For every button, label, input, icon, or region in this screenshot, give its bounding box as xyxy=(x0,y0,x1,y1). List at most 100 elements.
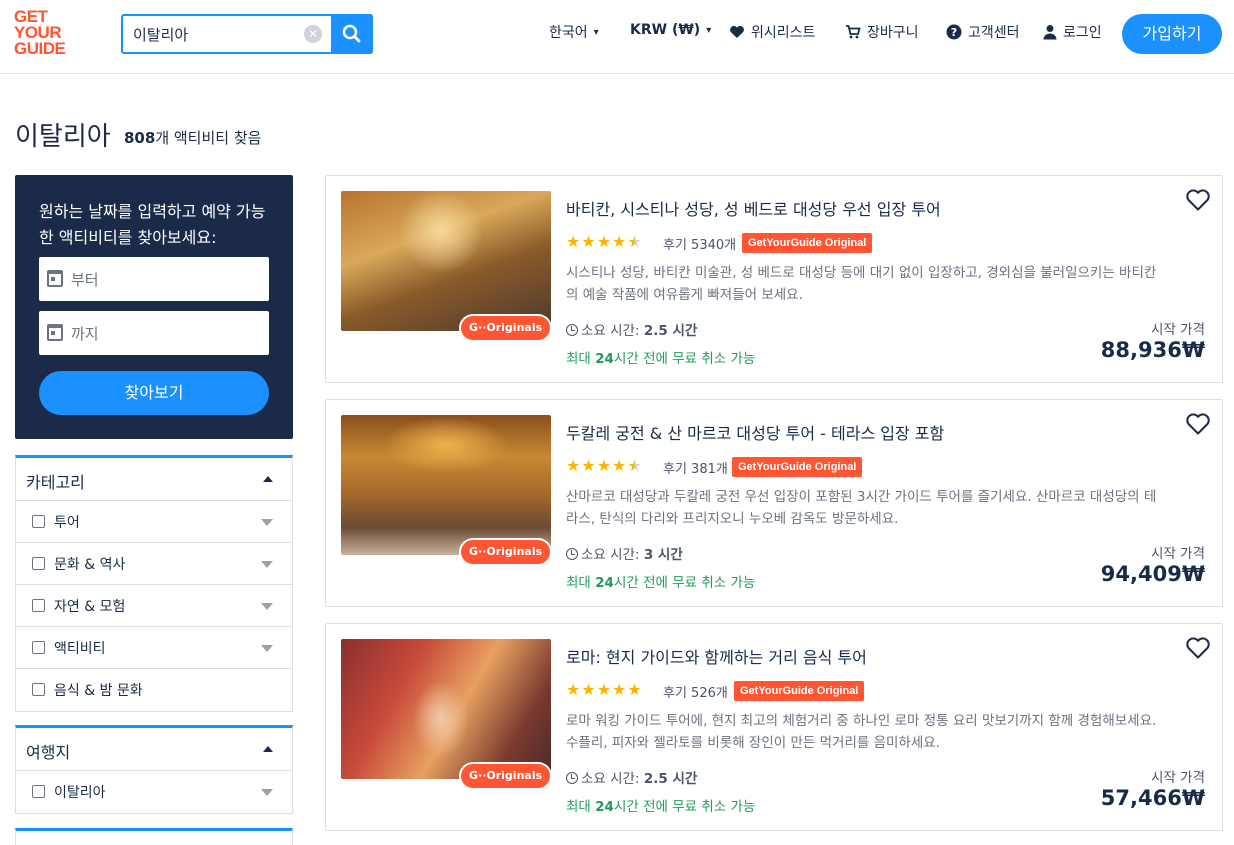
checkbox[interactable] xyxy=(32,683,45,696)
chevron-down-icon: ▾ xyxy=(593,26,599,38)
currency-label: KRW (₩) xyxy=(630,22,701,38)
chevron-down-icon[interactable] xyxy=(261,519,273,526)
activity-title[interactable]: 로마: 현지 가이드와 함께하는 거리 음식 투어 xyxy=(566,644,867,668)
category-item-label: 투어 xyxy=(54,515,80,531)
category-item-label: 음식 & 밤 문화 xyxy=(54,683,143,699)
rating-stars: ★ ★ ★ ★ ★ xyxy=(566,458,642,474)
originals-badge: G··Originals xyxy=(461,540,551,564)
category-item-label: 자연 & 모험 xyxy=(54,599,126,615)
free-cancellation: 최대 24시간 전에 무료 취소 가능 xyxy=(566,795,755,815)
activity-description: 시스티나 성당, 바티칸 미술관, 성 베드로 대성당 등에 대기 없이 입장하… xyxy=(566,265,1157,303)
cancel-prefix: 최대 xyxy=(566,351,596,367)
signup-button[interactable]: 가입하기 xyxy=(1122,14,1222,54)
result-count-suffix: 개 액티비티 찾음 xyxy=(155,129,262,147)
cancel-prefix: 최대 xyxy=(566,575,596,591)
heart-icon[interactable] xyxy=(1185,412,1211,436)
next-filter-panel xyxy=(15,828,293,845)
free-cancellation: 최대 24시간 전에 무료 취소 가능 xyxy=(566,347,755,367)
help-icon: ? xyxy=(946,24,962,40)
chevron-down-icon[interactable] xyxy=(261,645,273,652)
originals-badge: G··Originals xyxy=(461,764,551,788)
activity-photo[interactable] xyxy=(341,639,551,779)
destination-item-label: 이탈리아 xyxy=(54,785,106,801)
find-button[interactable]: 찾아보기 xyxy=(39,371,269,415)
price: 57,466₩ xyxy=(1100,786,1205,810)
clock-icon xyxy=(566,324,578,336)
star-icon: ★ xyxy=(627,680,642,699)
result-count-number: 808 xyxy=(124,129,156,147)
logo-line-3: GUIDE xyxy=(14,39,66,58)
heart-icon[interactable] xyxy=(1185,636,1211,660)
destination-filter-title: 여행지 xyxy=(26,743,71,762)
date-from-field[interactable]: 부터 xyxy=(39,257,269,301)
duration-value: 2.5 시간 xyxy=(643,323,698,339)
heart-icon[interactable] xyxy=(1185,188,1211,212)
half-star-icon: ★ xyxy=(627,232,642,251)
review-count: 후기 381개 xyxy=(663,462,728,477)
category-filter-header[interactable]: 카테고리 xyxy=(16,458,292,501)
language-selector[interactable]: 한국어 ▾ xyxy=(549,22,599,42)
activity-card[interactable]: G··Originals 로마: 현지 가이드와 함께하는 거리 음식 투어 ★… xyxy=(325,623,1223,831)
checkbox[interactable] xyxy=(32,515,45,528)
category-filter-title: 카테고리 xyxy=(26,473,85,492)
original-tag: GetYourGuide Original xyxy=(734,681,865,701)
help-link[interactable]: ? 고객센터 xyxy=(946,22,1020,42)
date-search-box: 원하는 날짜를 입력하고 예약 가능한 액티비티를 찾아보세요: 부터 까지 찾… xyxy=(15,175,293,439)
help-label: 고객센터 xyxy=(968,25,1020,41)
getyourguide-logo[interactable]: GET YOUR GUIDE xyxy=(14,8,76,59)
destination-item-italy[interactable]: 이탈리아 xyxy=(16,771,292,813)
duration-value: 2.5 시간 xyxy=(643,771,698,787)
activity-card[interactable]: G··Originals 바티칸, 시스티나 성당, 성 베드로 대성당 우선 … xyxy=(325,175,1223,383)
star-icon: ★ xyxy=(612,232,627,251)
review-count: 후기 526개 xyxy=(663,686,728,701)
price-from-label: 시작 가격 xyxy=(1151,322,1205,338)
activity-card[interactable]: G··Originals 두칼레 궁전 & 산 마르코 대성당 투어 - 테라스… xyxy=(325,399,1223,607)
duration-value: 3 시간 xyxy=(643,547,683,563)
duration-label: 소요 시간: xyxy=(581,323,640,339)
activity-title[interactable]: 바티칸, 시스티나 성당, 성 베드로 대성당 우선 입장 투어 xyxy=(566,196,941,220)
chevron-down-icon[interactable] xyxy=(261,789,273,796)
cancel-suffix: 시간 전에 무료 취소 가능 xyxy=(613,799,756,815)
activity-photo[interactable] xyxy=(341,191,551,331)
checkbox[interactable] xyxy=(32,785,45,798)
category-item-activities[interactable]: 액티비티 xyxy=(16,627,292,669)
activity-description: 산마르코 대성당과 두칼레 궁전 우선 입장이 포함된 3시간 가이드 투어를 … xyxy=(566,489,1157,527)
activity-title[interactable]: 두칼레 궁전 & 산 마르코 대성당 투어 - 테라스 입장 포함 xyxy=(566,420,944,444)
chevron-down-icon: ▾ xyxy=(706,24,712,36)
checkbox[interactable] xyxy=(32,641,45,654)
svg-text:?: ? xyxy=(951,26,957,39)
category-item-nature-adventure[interactable]: 자연 & 모험 xyxy=(16,585,292,627)
half-star-icon: ★ xyxy=(627,456,642,475)
category-item-food-nightlife[interactable]: 음식 & 밤 문화 xyxy=(16,669,292,711)
duration-label: 소요 시간: xyxy=(581,547,640,563)
clear-icon[interactable]: ✕ xyxy=(304,25,322,43)
duration: 소요 시간: 3 시간 xyxy=(566,543,683,563)
cancel-hours: 24 xyxy=(595,799,614,815)
login-link[interactable]: 로그인 xyxy=(1043,22,1102,42)
checkbox[interactable] xyxy=(32,557,45,570)
category-item-tours[interactable]: 투어 xyxy=(16,501,292,543)
checkbox[interactable] xyxy=(32,599,45,612)
star-icon: ★ xyxy=(596,680,612,699)
category-item-culture-history[interactable]: 문화 & 역사 xyxy=(16,543,292,585)
destination-filter: 여행지 이탈리아 xyxy=(15,725,293,814)
duration-label: 소요 시간: xyxy=(581,771,640,787)
wishlist-link[interactable]: 위시리스트 xyxy=(729,22,815,42)
cart-link[interactable]: 장바구니 xyxy=(845,22,919,42)
chevron-down-icon[interactable] xyxy=(261,603,273,610)
search-button[interactable] xyxy=(331,14,373,54)
date-to-placeholder: 까지 xyxy=(71,325,99,343)
destination-filter-header[interactable]: 여행지 xyxy=(16,728,292,771)
category-item-label: 액티비티 xyxy=(54,641,106,657)
original-tag: GetYourGuide Original xyxy=(732,457,863,477)
star-icon: ★ xyxy=(612,680,627,699)
search-input[interactable] xyxy=(123,16,333,52)
currency-selector[interactable]: KRW (₩) ▾ xyxy=(630,22,711,38)
chevron-down-icon[interactable] xyxy=(261,561,273,568)
cancel-suffix: 시간 전에 무료 취소 가능 xyxy=(613,575,756,591)
date-search-heading: 원하는 날짜를 입력하고 예약 가능한 액티비티를 찾아보세요: xyxy=(39,202,266,247)
activity-photo[interactable] xyxy=(341,415,551,555)
chevron-up-icon xyxy=(263,476,273,482)
date-to-field[interactable]: 까지 xyxy=(39,311,269,355)
star-icon: ★ xyxy=(581,680,596,699)
